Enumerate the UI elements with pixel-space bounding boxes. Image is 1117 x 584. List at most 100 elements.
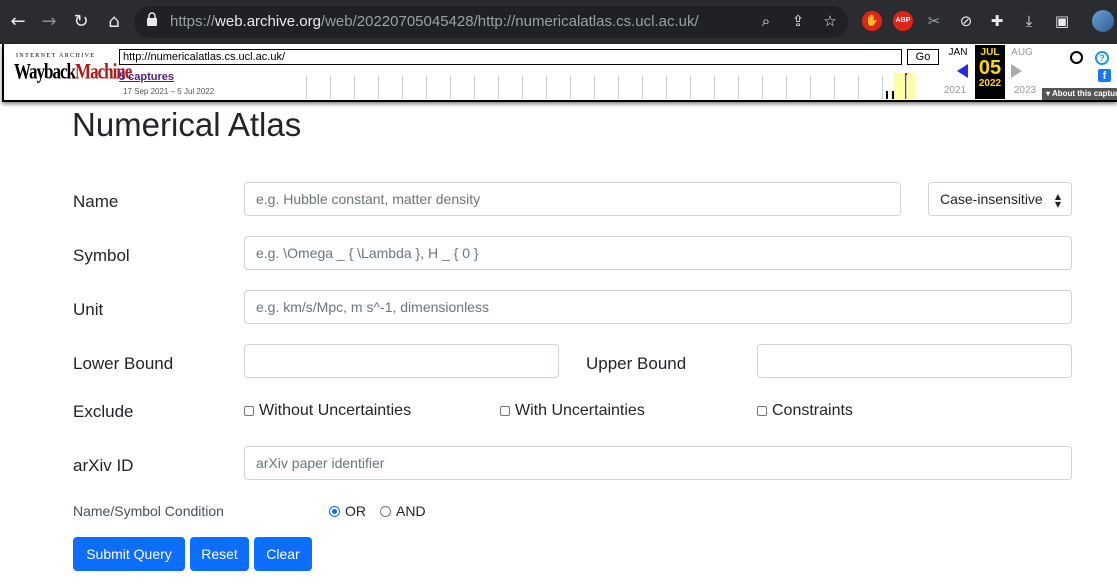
adblock-icon[interactable]: ABP — [893, 11, 913, 31]
arxiv-label: arXiv ID — [73, 456, 134, 475]
checkbox-label: Constraints — [772, 402, 853, 419]
symbol-input[interactable]: e.g. \Omega _ { \Lambda }, H _ { 0 } — [244, 236, 1072, 270]
radio-dot[interactable] — [329, 505, 340, 517]
radio-dot[interactable] — [380, 505, 391, 517]
case-sensitivity-select[interactable]: Case-insensitive ▲ ▼ — [928, 182, 1072, 216]
exclude-without-uncertainties-checkbox[interactable]: Without Uncertainties — [244, 402, 411, 420]
sidepanel-icon[interactable]: ▣ — [1052, 11, 1072, 31]
sparkline-month-tick — [546, 75, 547, 99]
profile-avatar-icon[interactable] — [1092, 10, 1114, 32]
sparkline-month-tick — [642, 75, 643, 99]
sparkline-month-tick — [666, 75, 667, 99]
name-label: Name — [73, 192, 119, 211]
sparkline-capture-bar — [892, 91, 894, 99]
lower-bound-input[interactable] — [244, 344, 559, 378]
wayback-capture-range: 17 Sep 2021 – 5 Jul 2022 — [123, 87, 215, 96]
sparkline-month-tick — [690, 75, 691, 99]
sparkline-month-tick — [738, 75, 739, 99]
reload-icon[interactable]: ↻ — [68, 9, 94, 35]
condition-label: Name/Symbol Condition — [73, 503, 224, 519]
facebook-icon[interactable]: f — [1098, 69, 1111, 82]
wayback-prev-month[interactable]: JAN — [943, 47, 973, 58]
puzzle-icon[interactable]: ✚ — [987, 11, 1007, 31]
checkbox-box[interactable] — [500, 406, 510, 416]
submit-query-button[interactable]: Submit Query — [73, 537, 185, 571]
wayback-prev-year[interactable]: 2021 — [939, 85, 971, 96]
wayback-go-button[interactable]: Go — [907, 49, 939, 65]
radio-label: OR — [345, 503, 366, 519]
extension-block-icon[interactable]: ⊘ — [956, 11, 976, 31]
wayback-about-capture[interactable]: ▾ About this capture — [1042, 88, 1117, 100]
wayback-toolbar: INTERNET ARCHIVE WaybackMachine http://n… — [2, 44, 1117, 102]
wayback-logo[interactable]: WaybackMachine — [14, 59, 132, 85]
sparkline-month-tick — [402, 75, 403, 99]
sparkline-month-tick — [906, 75, 907, 99]
wayback-next-month[interactable]: AUG — [1007, 47, 1037, 58]
page-title: Numerical Atlas — [72, 106, 302, 143]
wayback-sparkline[interactable] — [306, 73, 938, 99]
wayback-next-arrow-icon[interactable] — [1011, 64, 1022, 78]
wayback-current-year: 2022 — [978, 78, 1002, 89]
condition-and-radio[interactable]: AND — [380, 503, 426, 519]
wayback-next-year[interactable]: 2023 — [1009, 85, 1041, 96]
sparkline-month-tick — [810, 75, 811, 99]
upper-bound-input[interactable] — [757, 344, 1072, 378]
sparkline-month-tick — [762, 75, 763, 99]
sparkline-month-tick — [834, 75, 835, 99]
reset-button[interactable]: Reset — [190, 537, 249, 571]
exclude-with-uncertainties-checkbox[interactable]: With Uncertainties — [500, 402, 645, 420]
checkbox-box[interactable] — [757, 406, 767, 416]
sparkline-month-tick — [594, 75, 595, 99]
address-url[interactable]: https://web.archive.org/web/202207050454… — [170, 13, 699, 30]
select-caret-icon: ▲ ▼ — [1054, 192, 1061, 209]
sparkline-month-tick — [306, 75, 307, 99]
case-select-value: Case-insensitive — [940, 191, 1043, 207]
download-icon[interactable]: ⤓ — [1019, 11, 1039, 31]
unit-label: Unit — [73, 300, 104, 319]
sparkline-month-tick — [522, 75, 523, 99]
sparkline-month-tick — [858, 75, 859, 99]
wayback-user-icon[interactable] — [1070, 51, 1083, 64]
radio-label: AND — [396, 503, 426, 519]
extension-scissors-icon[interactable]: ✂ — [924, 11, 944, 31]
sparkline-month-tick — [474, 75, 475, 99]
home-icon[interactable]: ⌂ — [101, 9, 127, 35]
lock-icon[interactable] — [146, 12, 158, 26]
sparkline-month-tick — [498, 75, 499, 99]
sparkline-capture-bar — [886, 91, 888, 99]
checkbox-box[interactable] — [244, 406, 254, 416]
sparkline-month-tick — [714, 75, 715, 99]
browser-toolbar: ← → ↻ ⌂ https://web.archive.org/web/2022… — [0, 0, 1117, 44]
wayback-current-day: 05 — [978, 57, 1002, 79]
checkbox-label: With Uncertainties — [515, 402, 645, 419]
symbol-label: Symbol — [73, 246, 130, 265]
sparkline-month-tick — [330, 75, 331, 99]
arxiv-input[interactable]: arXiv paper identifier — [244, 446, 1072, 480]
wayback-help-icon[interactable]: ? — [1095, 51, 1109, 65]
back-arrow-icon[interactable]: ← — [5, 9, 31, 35]
forward-arrow-icon[interactable]: → — [36, 9, 62, 35]
extension-stop-icon[interactable]: ✋ — [862, 11, 882, 31]
sparkline-month-tick — [882, 75, 883, 99]
share-icon[interactable]: ⇪ — [788, 11, 808, 31]
star-icon[interactable]: ☆ — [820, 11, 840, 31]
sparkline-month-tick — [450, 75, 451, 99]
exclude-constraints-checkbox[interactable]: Constraints — [757, 402, 853, 420]
zoom-icon[interactable]: ⌕ — [756, 11, 776, 31]
sparkline-month-tick — [378, 75, 379, 99]
wayback-captures-link[interactable]: 5 captures — [119, 71, 174, 83]
wayback-prev-arrow-icon[interactable] — [957, 64, 968, 78]
exclude-label: Exclude — [73, 402, 134, 421]
clear-button[interactable]: Clear — [254, 537, 312, 571]
sparkline-month-tick — [426, 75, 427, 99]
upper-bound-label: Upper Bound — [586, 354, 687, 373]
checkbox-label: Without Uncertainties — [259, 402, 412, 419]
wayback-current-date: JUL 05 2022 — [975, 45, 1005, 99]
name-input[interactable]: e.g. Hubble constant, matter density — [244, 182, 901, 216]
sparkline-month-tick — [786, 75, 787, 99]
wayback-url-input[interactable]: http://numericalatlas.cs.ucl.ac.uk/ — [119, 49, 902, 65]
sparkline-month-tick — [570, 75, 571, 99]
condition-or-radio[interactable]: OR — [329, 503, 366, 519]
sparkline-month-tick — [354, 75, 355, 99]
unit-input[interactable]: e.g. km/s/Mpc, m s^-1, dimensionless — [244, 290, 1072, 324]
